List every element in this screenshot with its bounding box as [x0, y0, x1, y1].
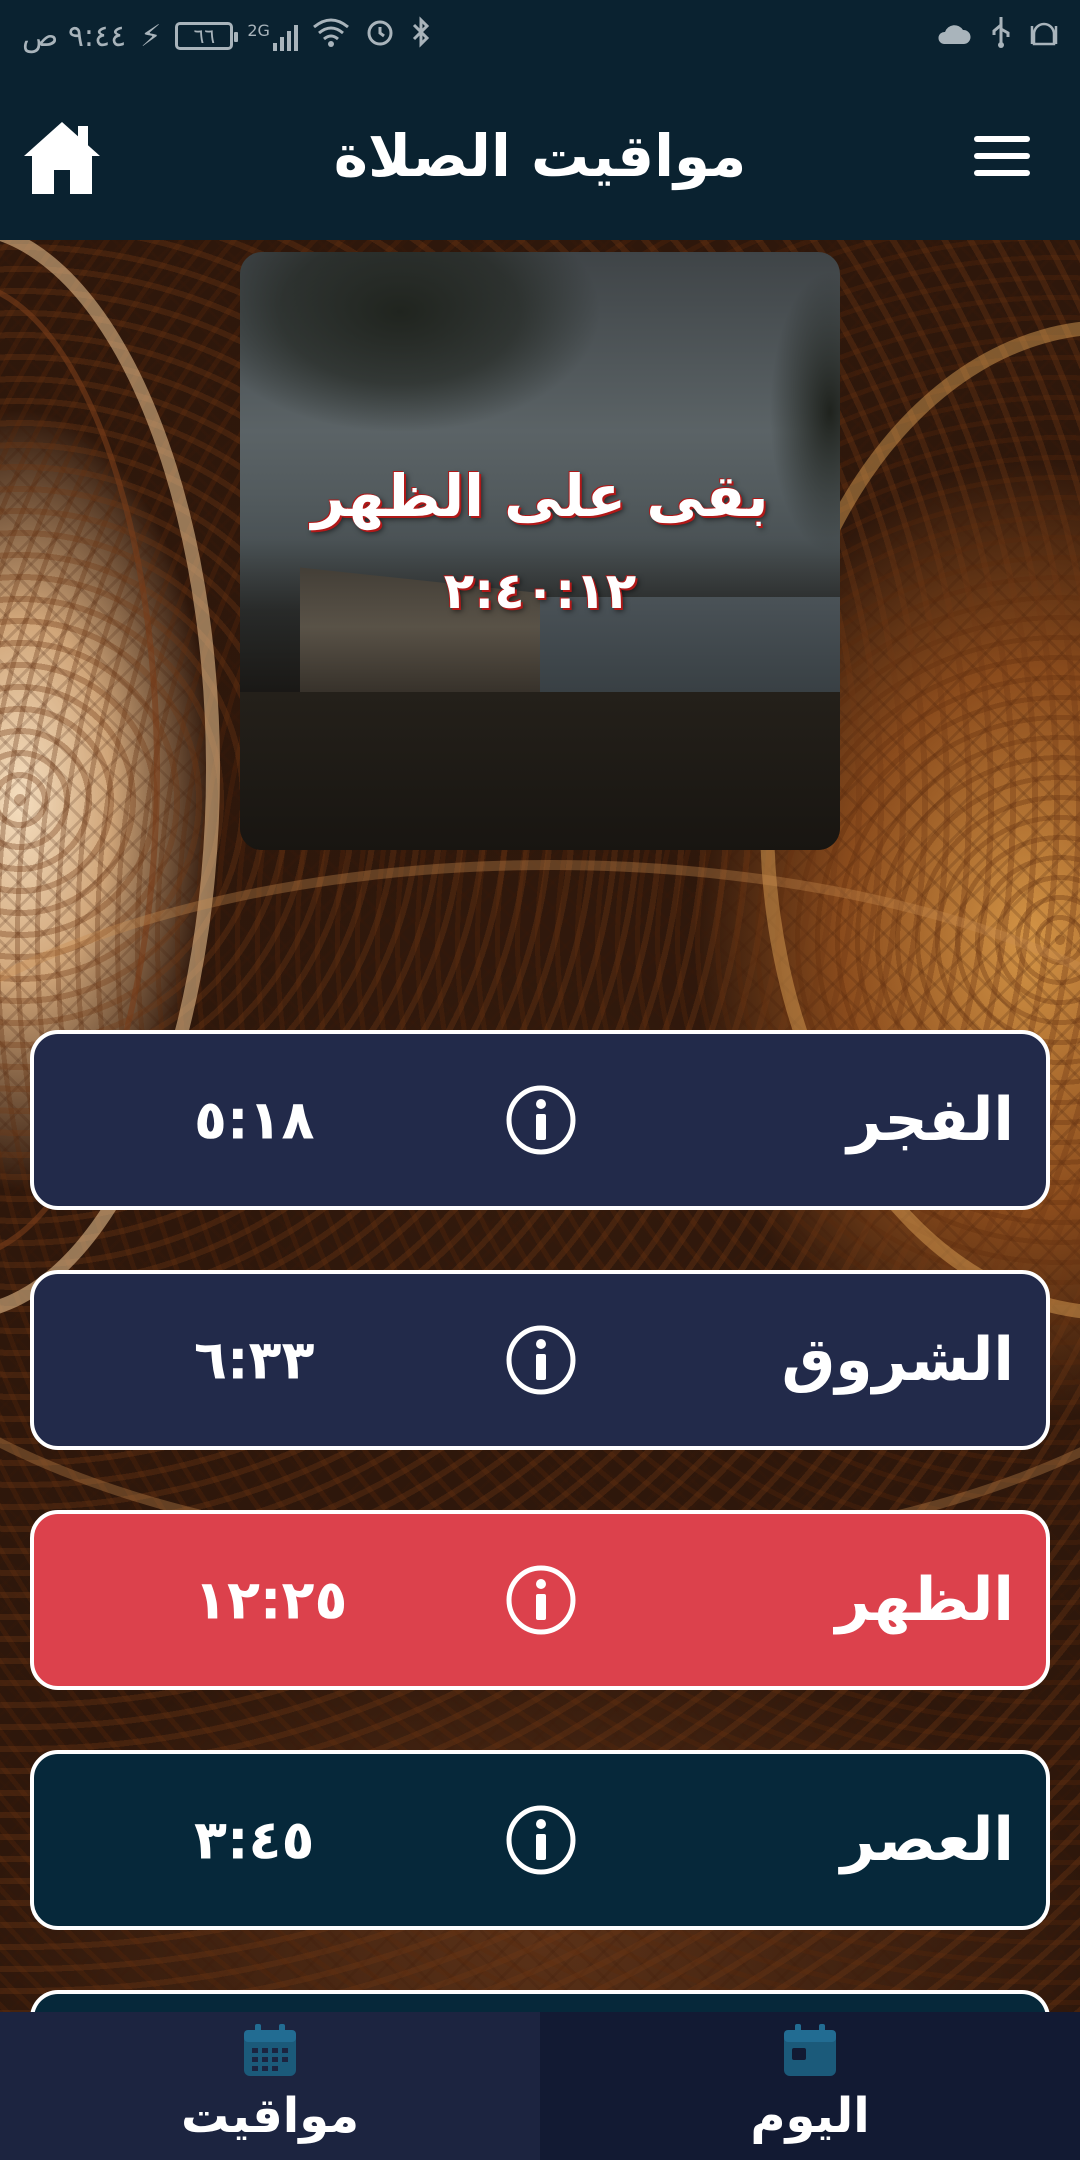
calendar-day-icon [784, 2024, 836, 2076]
nav-label: مواقيت [180, 2088, 360, 2144]
countdown-label: بقى على الظهر [311, 462, 769, 530]
prayer-list: الفجر ٥:١٨ الشروق ٦:٣٣ الظهر ١٢:٢٥ العصر… [30, 1030, 1050, 1990]
bottom-nav: مواقيت اليوم [0, 2012, 1080, 2160]
prayer-time: ٦:٣٣ [194, 1328, 315, 1392]
bluetooth-icon [410, 16, 432, 56]
status-bar: ٩:٤٤ ص ⚡ ٦٦ 2G [0, 0, 1080, 72]
calendar-grid-icon [244, 2024, 296, 2076]
menu-icon-line [974, 170, 1030, 176]
home-icon [24, 122, 100, 194]
cloud-icon [936, 19, 972, 54]
prayer-name: الظهر [835, 1565, 1014, 1635]
battery-icon: ٦٦ [175, 22, 239, 50]
prayer-time: ٣:٤٥ [194, 1808, 315, 1872]
usb-icon [990, 15, 1012, 57]
mosque-icon [1030, 18, 1058, 54]
status-right [936, 15, 1058, 57]
info-icon[interactable] [505, 1084, 577, 1156]
countdown-time: ٢:٤٠:١٢ [443, 562, 637, 620]
prayer-time: ٥:١٨ [194, 1088, 315, 1152]
menu-button[interactable] [974, 136, 1034, 180]
info-icon[interactable] [505, 1324, 577, 1396]
signal-icon: 2G [247, 21, 298, 51]
prayer-row-shurooq[interactable]: الشروق ٦:٣٣ [30, 1270, 1050, 1450]
menu-icon-line [974, 136, 1030, 142]
prayer-name: العصر [840, 1805, 1014, 1875]
prayer-time: ١٢:٢٥ [194, 1568, 348, 1632]
menu-icon-line [974, 153, 1030, 159]
prayer-name: الفجر [847, 1085, 1014, 1155]
card-image-ground [240, 692, 840, 850]
wifi-icon [312, 17, 350, 55]
network-type: 2G [247, 21, 270, 40]
prayer-row-asr[interactable]: العصر ٣:٤٥ [30, 1750, 1050, 1930]
status-time: ٩:٤٤ ص [22, 18, 127, 54]
prayer-name: الشروق [781, 1325, 1014, 1395]
alarm-icon [364, 16, 396, 56]
info-icon[interactable] [505, 1804, 577, 1876]
app-bar: مواقيت الصلاة [0, 72, 1080, 240]
countdown-card: بقى على الظهر ٢:٤٠:١٢ [240, 252, 840, 850]
status-left: ٩:٤٤ ص ⚡ ٦٦ 2G [22, 16, 432, 56]
home-button[interactable] [20, 116, 104, 200]
page-title: مواقيت الصلاة [333, 122, 747, 190]
nav-item-today[interactable]: اليوم [540, 2012, 1080, 2160]
prayer-row-fajr[interactable]: الفجر ٥:١٨ [30, 1030, 1050, 1210]
nav-label: اليوم [750, 2088, 870, 2144]
charging-icon: ⚡ [140, 18, 162, 54]
info-icon[interactable] [505, 1564, 577, 1636]
prayer-row-dhuhr[interactable]: الظهر ١٢:٢٥ [30, 1510, 1050, 1690]
nav-item-timings[interactable]: مواقيت [0, 2012, 540, 2160]
